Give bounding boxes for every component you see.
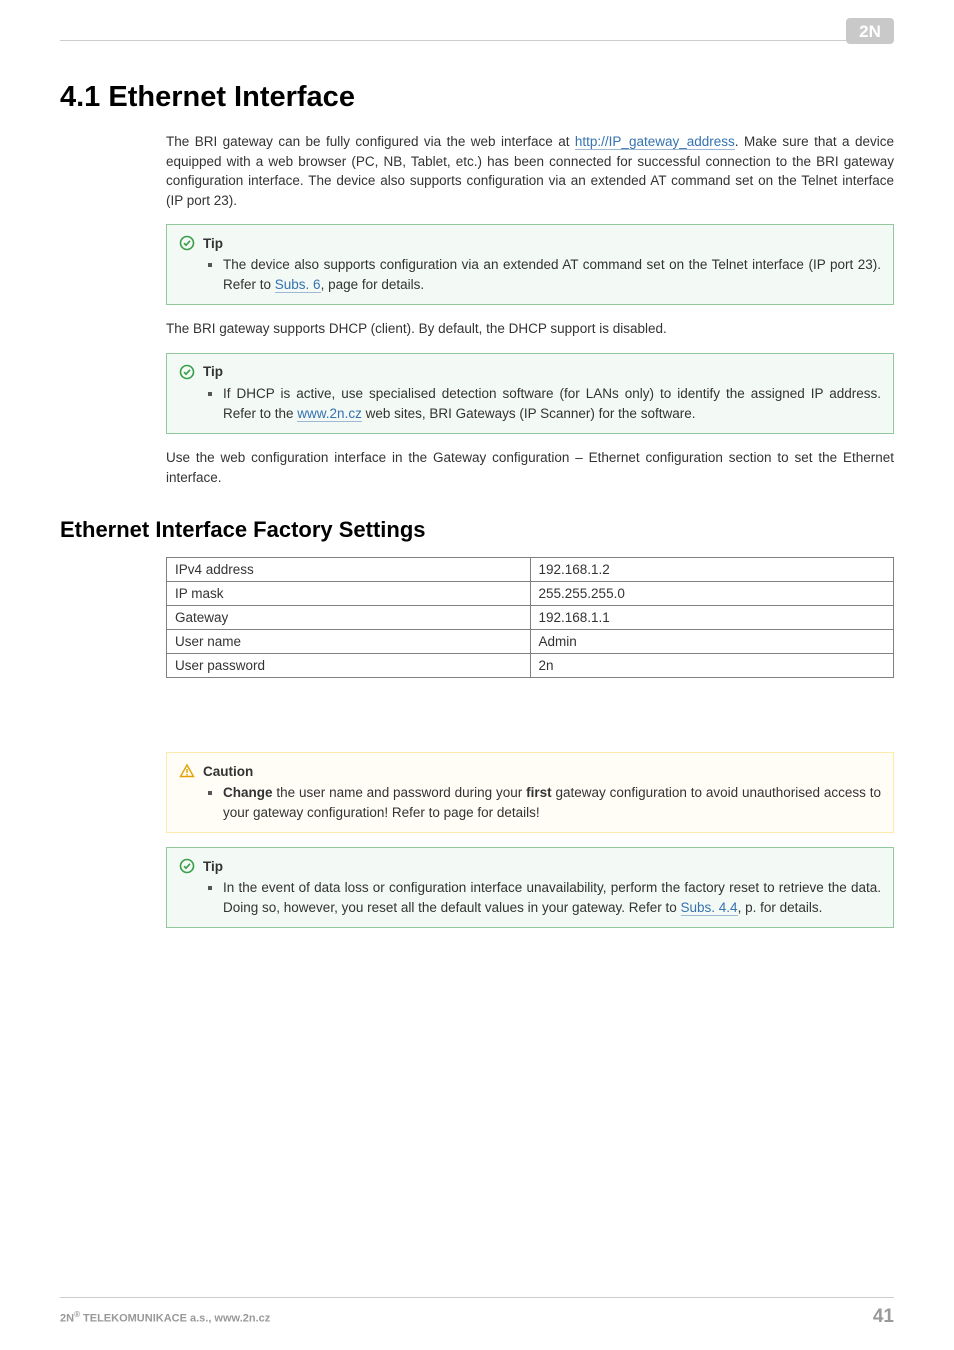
caution-header: Caution [179, 763, 881, 779]
cell-value: 192.168.1.1 [530, 606, 894, 630]
tip1-suffix: , page for details. [321, 277, 425, 292]
cell-key: Gateway [167, 606, 531, 630]
tip2-suffix: web sites, BRI Gateways (IP Scanner) for… [362, 406, 696, 421]
tip-callout-2: Tip If DHCP is active, use specialised d… [166, 353, 894, 434]
caution-callout: Caution Change the user name and passwor… [166, 752, 894, 833]
table-row: User name Admin [167, 630, 894, 654]
tip-header: Tip [179, 235, 881, 251]
cell-key: IP mask [167, 582, 531, 606]
check-circle-icon [179, 858, 195, 874]
tip-header: Tip [179, 858, 881, 874]
table-row: Gateway 192.168.1.1 [167, 606, 894, 630]
caution-mid: the user name and password during your [273, 785, 527, 800]
cell-key: User name [167, 630, 531, 654]
tip-label: Tip [203, 859, 223, 874]
factory-settings-table: IPv4 address 192.168.1.2 IP mask 255.255… [166, 557, 894, 678]
content-block: The BRI gateway can be fully configured … [166, 132, 894, 487]
warning-triangle-icon [179, 763, 195, 779]
footer-company-prefix: 2N [60, 1313, 74, 1325]
cell-key: User password [167, 654, 531, 678]
subs6-link[interactable]: Subs. 6 [275, 277, 321, 293]
caution-strong2: first [526, 785, 552, 800]
tip-label: Tip [203, 364, 223, 379]
tip-item: In the event of data loss or configurati… [223, 878, 881, 917]
tip-item: The device also supports configuration v… [223, 255, 881, 294]
page: 2N 4.1 Ethernet Interface The BRI gatewa… [0, 0, 954, 1350]
factory-settings-heading: Ethernet Interface Factory Settings [60, 517, 894, 543]
tip-header: Tip [179, 364, 881, 380]
cell-value: 192.168.1.2 [530, 558, 894, 582]
brand-logo: 2N [846, 18, 894, 44]
tip3-suffix: , p. for details. [738, 900, 823, 915]
cell-value: 2n [530, 654, 894, 678]
table-row: IP mask 255.255.255.0 [167, 582, 894, 606]
caution-label: Caution [203, 764, 253, 779]
dhcp-paragraph: The BRI gateway supports DHCP (client). … [166, 319, 894, 339]
table-row: User password 2n [167, 654, 894, 678]
intro-paragraph: The BRI gateway can be fully configured … [166, 132, 894, 210]
post-tip2-paragraph: Use the web configuration interface in t… [166, 448, 894, 487]
table-block: IPv4 address 192.168.1.2 IP mask 255.255… [166, 557, 894, 928]
cell-value: 255.255.255.0 [530, 582, 894, 606]
top-divider [60, 40, 894, 41]
cell-key: IPv4 address [167, 558, 531, 582]
tip-item: If DHCP is active, use specialised detec… [223, 384, 881, 423]
tip-label: Tip [203, 236, 223, 251]
tip-callout-1: Tip The device also supports configurati… [166, 224, 894, 305]
table-row: IPv4 address 192.168.1.2 [167, 558, 894, 582]
check-circle-icon [179, 364, 195, 380]
caution-strong1: Change [223, 785, 273, 800]
logo-2n-icon: 2N [846, 18, 894, 44]
svg-text:2N: 2N [859, 22, 881, 41]
subs44-link[interactable]: Subs. 4.4 [681, 900, 738, 916]
page-title: 4.1 Ethernet Interface [60, 81, 894, 114]
cell-value: Admin [530, 630, 894, 654]
2ncz-link[interactable]: www.2n.cz [297, 406, 362, 422]
page-footer: 2N® TELEKOMUNIKACE a.s., www.2n.cz 41 [60, 1297, 894, 1328]
footer-company-suffix: TELEKOMUNIKACE a.s., www.2n.cz [80, 1313, 270, 1325]
footer-company: 2N® TELEKOMUNIKACE a.s., www.2n.cz [60, 1310, 270, 1325]
tip-callout-3: Tip In the event of data loss or configu… [166, 847, 894, 928]
caution-item: Change the user name and password during… [223, 783, 881, 822]
gateway-address-link[interactable]: http://IP_gateway_address [575, 134, 735, 150]
check-circle-icon [179, 235, 195, 251]
intro-text-prefix: The BRI gateway can be fully configured … [166, 134, 575, 149]
page-number: 41 [873, 1306, 894, 1328]
